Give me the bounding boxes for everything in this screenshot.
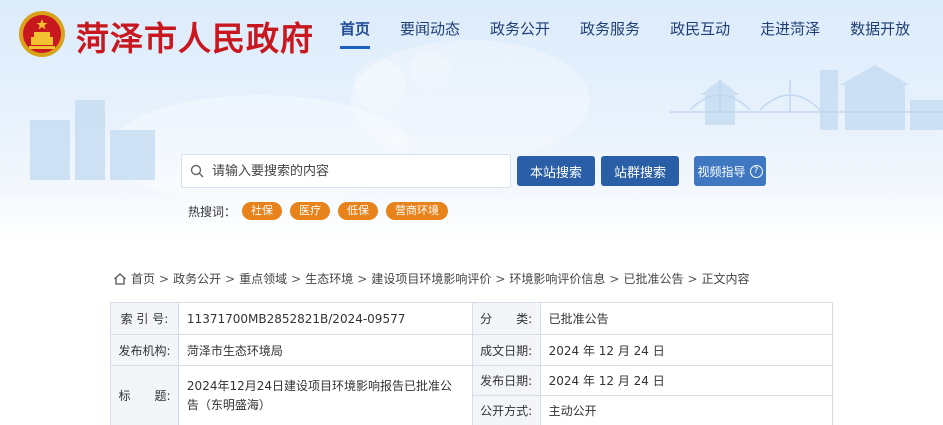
breadcrumb-separator: >: [159, 271, 170, 286]
site-search-button[interactable]: 本站搜索: [517, 156, 595, 186]
site-title: 菏泽市人民政府: [76, 19, 314, 58]
question-icon: ?: [749, 164, 763, 178]
group-search-button[interactable]: 站群搜索: [601, 156, 679, 186]
created-date-label: 成文日期:: [471, 334, 541, 366]
category-value: 已批准公告: [539, 302, 834, 335]
video-guide-button[interactable]: 视频指导 ?: [694, 156, 766, 186]
breadcrumb-eia[interactable]: 建设项目环境影响评价: [371, 270, 491, 287]
title-value: 2024年12月24日建设项目环境影响报告已批准公告（东明盛海）: [177, 365, 473, 425]
hot-tag-social-security[interactable]: 社保: [242, 202, 283, 220]
breadcrumb-separator: >: [225, 271, 236, 286]
disclosure-value: 主动公开: [539, 395, 834, 425]
hot-tag-medical[interactable]: 医疗: [290, 202, 331, 220]
breadcrumb-key-areas[interactable]: 重点领域: [239, 270, 287, 287]
breadcrumb-home[interactable]: 首页: [131, 270, 155, 287]
breadcrumb-separator: >: [357, 271, 368, 286]
category-label: 分 类:: [471, 302, 541, 335]
publisher-label: 发布机构:: [110, 334, 179, 366]
index-number-value: 11371700MB2852821B/2024-09577: [177, 302, 473, 335]
nav-item-news[interactable]: 要闻动态: [400, 0, 460, 58]
nav-item-about-heze[interactable]: 走进菏泽: [760, 0, 820, 58]
created-date-value: 2024 年 12 月 24 日: [539, 334, 834, 366]
breadcrumb-gov-open[interactable]: 政务公开: [173, 270, 221, 287]
hot-tag-business-environment[interactable]: 营商环境: [386, 202, 449, 220]
breadcrumb-separator: >: [495, 271, 506, 286]
search-box: [181, 154, 511, 188]
table-row: 标 题: 2024年12月24日建设项目环境影响报告已批准公告（东明盛海） 发布…: [110, 365, 834, 425]
nav-item-interaction[interactable]: 政民互动: [670, 0, 730, 58]
breadcrumb: 首页 > 政务公开 > 重点领域 > 生态环境 > 建设项目环境影响评价 > 环…: [113, 270, 750, 287]
breadcrumb-ecology[interactable]: 生态环境: [305, 270, 353, 287]
breadcrumb-eia-info[interactable]: 环境影响评价信息: [509, 270, 605, 287]
breadcrumb-separator: >: [609, 271, 620, 286]
published-date-value: 2024 年 12 月 24 日: [539, 365, 834, 396]
title-label: 标 题:: [110, 365, 179, 425]
publisher-value: 菏泽市生态环境局: [177, 334, 473, 366]
nav-item-home[interactable]: 首页: [340, 0, 371, 58]
search-icon: [190, 164, 204, 178]
index-number-label: 索 引 号:: [110, 302, 179, 335]
breadcrumb-separator: >: [687, 271, 698, 286]
published-date-label: 发布日期:: [471, 365, 541, 396]
document-info-table: 索 引 号: 11371700MB2852821B/2024-09577 分 类…: [110, 302, 834, 425]
table-row: 发布机构: 菏泽市生态环境局 成文日期: 2024 年 12 月 24 日: [110, 334, 834, 366]
nav-item-gov-service[interactable]: 政务服务: [580, 0, 640, 58]
breadcrumb-approved[interactable]: 已批准公告: [623, 270, 683, 287]
hot-search: 热搜词： 社保 医疗 低保 营商环境: [188, 202, 456, 220]
video-guide-label: 视频指导: [697, 164, 746, 179]
nav-item-open-data[interactable]: 数据开放: [850, 0, 910, 58]
search-input[interactable]: [212, 163, 492, 179]
breadcrumb-current: 正文内容: [701, 272, 750, 286]
nav-item-gov-open[interactable]: 政务公开: [490, 0, 550, 58]
disclosure-label: 公开方式:: [471, 395, 541, 425]
national-emblem-logo: [19, 11, 65, 57]
table-row: 索 引 号: 11371700MB2852821B/2024-09577 分 类…: [110, 302, 834, 335]
main-nav: 首页 要闻动态 政务公开 政务服务 政民互动 走进菏泽 数据开放: [340, 0, 940, 58]
home-icon: [114, 272, 126, 285]
hot-search-label: 热搜词：: [188, 204, 237, 219]
breadcrumb-separator: >: [291, 271, 302, 286]
hot-tag-low-income[interactable]: 低保: [338, 202, 379, 220]
